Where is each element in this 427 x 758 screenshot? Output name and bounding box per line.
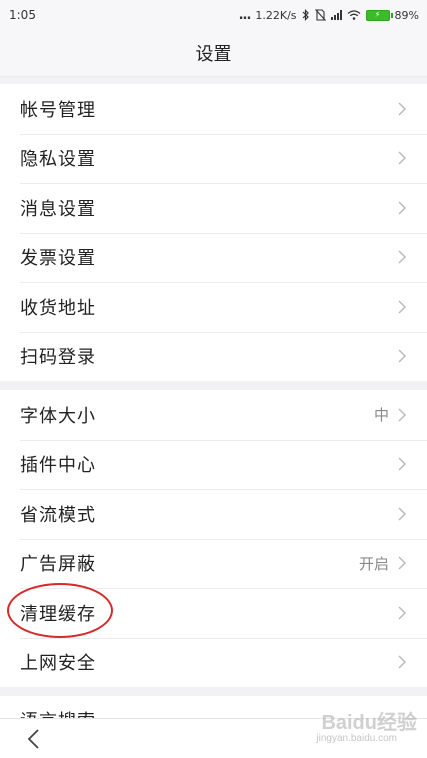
- settings-item-plugin-center[interactable]: 插件中心: [0, 439, 427, 490]
- chevron-right-icon: [398, 349, 407, 363]
- chevron-right-icon: [398, 606, 407, 620]
- back-arrow-icon[interactable]: [24, 727, 44, 751]
- settings-item-label: 插件中心: [20, 455, 96, 477]
- title-bar: 设置: [0, 30, 427, 77]
- settings-item-label: 省流模式: [20, 504, 96, 526]
- settings-item-data-saver[interactable]: 省流模式: [0, 489, 427, 539]
- no-sim-icon: [314, 9, 326, 21]
- settings-item-privacy[interactable]: 隐私设置: [0, 133, 427, 184]
- settings-item-value: 中: [373, 406, 389, 425]
- chevron-right-icon: [398, 556, 407, 570]
- settings-item-clear-cache[interactable]: 清理缓存: [0, 588, 427, 638]
- settings-item-font-size[interactable]: 字体大小 中: [0, 390, 427, 440]
- baidu-watermark: Baidu经验: [321, 712, 417, 734]
- bluetooth-icon: [302, 9, 309, 21]
- chevron-right-icon: [398, 408, 407, 422]
- chevron-right-icon: [398, 250, 407, 264]
- settings-item-label: 字体大小: [20, 405, 96, 427]
- settings-item-scan-login[interactable]: 扫码登录: [0, 331, 427, 382]
- page-title: 设置: [195, 44, 232, 65]
- settings-group-2: 字体大小 中 插件中心 省流模式 广告屏蔽 开启 清理缓存 上网安全: [0, 390, 427, 687]
- signal-icon: [330, 10, 342, 20]
- settings-item-web-security[interactable]: 上网安全: [0, 637, 427, 688]
- chevron-right-icon: [398, 102, 407, 116]
- chevron-right-icon: [398, 201, 407, 215]
- settings-item-label: 广告屏蔽: [20, 554, 96, 576]
- settings-item-label: 上网安全: [20, 653, 96, 675]
- settings-item-label: 发票设置: [20, 248, 96, 270]
- settings-item-label: 收货地址: [20, 297, 96, 319]
- chevron-right-icon: [398, 655, 407, 669]
- more-dots-icon: ...: [238, 7, 252, 23]
- settings-item-ad-block[interactable]: 广告屏蔽 开启: [0, 538, 427, 589]
- battery-percent: 89%: [394, 8, 419, 22]
- status-time: 1:05: [9, 8, 36, 22]
- settings-item-label: 消息设置: [20, 198, 96, 220]
- settings-item-account-management[interactable]: 帐号管理: [0, 84, 427, 134]
- battery-icon: ⚡: [365, 9, 393, 21]
- chevron-right-icon: [398, 151, 407, 165]
- baidu-watermark-url: jingyan.baidu.com: [316, 733, 397, 744]
- wifi-icon: [347, 10, 360, 20]
- status-icons: ... 1.22K/s ⚡ 89%: [239, 8, 419, 23]
- settings-item-address[interactable]: 收货地址: [0, 282, 427, 332]
- settings-item-label: 隐私设置: [20, 149, 96, 171]
- settings-item-value: 开启: [358, 554, 389, 573]
- settings-item-label: 语言搜索: [20, 707, 96, 718]
- chevron-right-icon: [398, 457, 407, 471]
- settings-item-messages[interactable]: 消息设置: [0, 183, 427, 233]
- network-speed: 1.22K/s: [255, 8, 297, 22]
- settings-item-invoice[interactable]: 发票设置: [0, 232, 427, 283]
- chevron-right-icon: [398, 507, 407, 521]
- settings-group-1: 帐号管理 隐私设置 消息设置 发票设置 收货地址 扫码登录: [0, 84, 427, 381]
- settings-item-label: 帐号管理: [20, 99, 96, 121]
- chevron-right-icon: [398, 300, 407, 314]
- status-bar: 1:05 ... 1.22K/s ⚡ 89%: [0, 0, 427, 30]
- settings-item-label: 扫码登录: [20, 347, 96, 369]
- settings-item-label: 清理缓存: [20, 603, 96, 625]
